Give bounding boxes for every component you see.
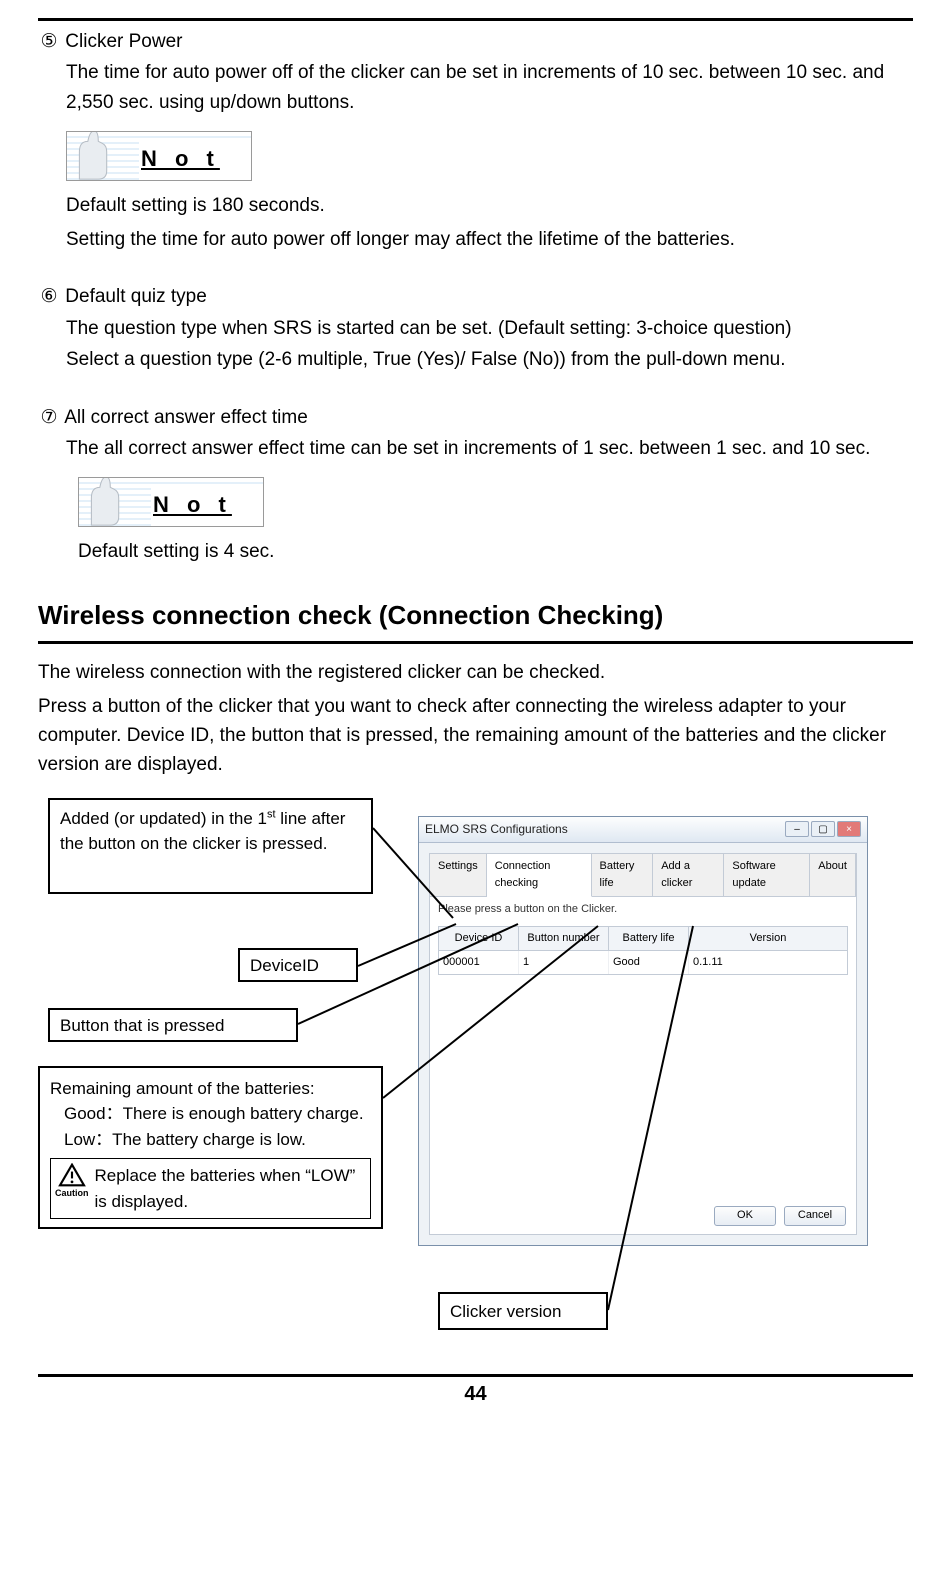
note-label: N o t e — [139, 142, 251, 181]
window-title: ELMO SRS Configurations — [425, 820, 568, 839]
item-5-body: The time for auto power off of the click… — [66, 58, 913, 117]
cell-device-id: 000001 — [439, 951, 519, 974]
cell-button-number: 1 — [519, 951, 609, 974]
cell-version: 0.1.11 — [689, 951, 847, 974]
cancel-button[interactable]: Cancel — [784, 1206, 846, 1226]
callout-button-pressed: Button that is pressed — [48, 1008, 298, 1042]
caution-text: Replace the batteries when “LOW” is disp… — [95, 1163, 367, 1214]
window-inner: Settings Connection checking Battery lif… — [429, 853, 857, 1235]
window-titlebar: ELMO SRS Configurations – ▢ × — [419, 817, 867, 843]
close-button[interactable]: × — [837, 821, 861, 837]
caution-label: Caution — [55, 1187, 89, 1201]
note-label: N o t e — [151, 488, 263, 527]
col-device-id: Device ID — [439, 927, 519, 951]
caution-icon: Caution — [55, 1163, 89, 1201]
note-box-2: N o t e — [78, 477, 264, 527]
item-6-title: Default quiz type — [65, 286, 207, 307]
maximize-button[interactable]: ▢ — [811, 821, 835, 837]
callout-remaining: Remaining amount of the batteries: Good：… — [38, 1066, 383, 1230]
cell-battery-life: Good — [609, 951, 689, 974]
item-6-body-1: The question type when SRS is started ca… — [66, 314, 913, 343]
col-version: Version — [689, 927, 847, 951]
callout-clicker-version: Clicker version — [438, 1292, 608, 1330]
item-7-number: ⑦ — [38, 403, 60, 432]
item-7-body: The all correct answer effect time can b… — [66, 434, 913, 463]
callout-added-sup: st — [267, 808, 276, 820]
tab-battery-life[interactable]: Battery life — [592, 854, 654, 896]
item-6-head: ⑥ Default quiz type — [38, 282, 913, 311]
footer-rule — [38, 1374, 913, 1377]
window-footer: OK Cancel — [714, 1206, 846, 1226]
minimize-button[interactable]: – — [785, 821, 809, 837]
pointing-hand-icon — [71, 131, 113, 181]
remaining-low: Low：The battery charge is low. — [64, 1127, 371, 1153]
diagram-area: ELMO SRS Configurations – ▢ × Settings C… — [38, 798, 913, 1358]
window-buttons: – ▢ × — [785, 821, 861, 837]
col-battery-life: Battery life — [609, 927, 689, 951]
item-5-title: Clicker Power — [65, 31, 182, 52]
item-5-head: ⑤ Clicker Power — [38, 27, 913, 56]
callout-deviceid: DeviceID — [238, 948, 358, 982]
ok-button[interactable]: OK — [714, 1206, 776, 1226]
screenshot-window: ELMO SRS Configurations – ▢ × Settings C… — [418, 816, 868, 1246]
tab-add-clicker[interactable]: Add a clicker — [653, 854, 724, 896]
section-heading: Wireless connection check (Connection Ch… — [38, 595, 913, 635]
tab-about[interactable]: About — [810, 854, 856, 896]
remaining-good: Good：There is enough battery charge. — [64, 1101, 371, 1127]
tabs: Settings Connection checking Battery lif… — [430, 854, 856, 897]
item-7-head: ⑦ All correct answer effect time — [38, 403, 913, 432]
col-button-number: Button number — [519, 927, 609, 951]
top-rule — [38, 18, 913, 21]
page-number: 44 — [38, 1379, 913, 1410]
callout-added: Added (or updated) in the 1st line after… — [48, 798, 373, 894]
result-grid: Device ID Button number Battery life Ver… — [438, 926, 848, 975]
item-6-number: ⑥ — [38, 282, 60, 311]
tab-software-update[interactable]: Software update — [724, 854, 810, 896]
callout-added-pre: Added (or updated) in the 1 — [60, 809, 267, 828]
note-1-text-a: Default setting is 180 seconds. — [66, 191, 913, 220]
caution-row: Caution Replace the batteries when “LOW”… — [50, 1158, 371, 1219]
remaining-title: Remaining amount of the batteries: — [50, 1076, 371, 1102]
pointing-hand-icon — [83, 477, 125, 527]
item-7-title: All correct answer effect time — [64, 407, 308, 428]
note-1-text-b: Setting the time for auto power off long… — [66, 225, 913, 254]
tab-settings[interactable]: Settings — [430, 854, 487, 896]
intro-p1: The wireless connection with the registe… — [38, 658, 913, 687]
prompt-text: Please press a button on the Clicker. — [430, 897, 856, 922]
heading-rule — [38, 641, 913, 644]
note-box-1: N o t e — [66, 131, 252, 181]
tab-connection-checking[interactable]: Connection checking — [487, 854, 592, 897]
item-6-body-2: Select a question type (2-6 multiple, Tr… — [66, 345, 913, 374]
intro-p2: Press a button of the clicker that you w… — [38, 692, 913, 780]
item-5-number: ⑤ — [38, 27, 60, 56]
note-2-text: Default setting is 4 sec. — [78, 537, 913, 566]
